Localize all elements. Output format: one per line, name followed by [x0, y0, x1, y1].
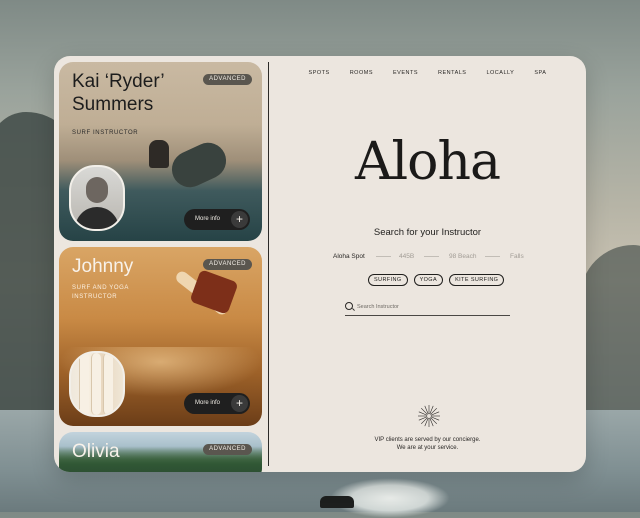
- sunburst-ray: [421, 408, 428, 415]
- background-mountain-right: [580, 245, 640, 435]
- avatar-face: [86, 177, 108, 203]
- sunburst-ray: [418, 411, 428, 416]
- surfboard-thumbnail: [91, 353, 101, 415]
- more-info-label: More info: [195, 400, 221, 406]
- search-input[interactable]: [357, 301, 507, 312]
- surfboard-thumbnail: [79, 353, 89, 415]
- plus-icon[interactable]: +: [231, 395, 248, 412]
- spot-option-98-beach[interactable]: 98 Beach: [449, 252, 476, 261]
- background-surfer: [320, 496, 354, 508]
- sunburst-ray: [430, 417, 437, 424]
- search-heading: Search for your Instructor: [373, 227, 482, 238]
- spot-separator: [485, 256, 500, 257]
- nav-item-spots[interactable]: SPOTS: [309, 70, 330, 76]
- surfer-photo-figure: [149, 140, 169, 168]
- app-window: Kai ‘Ryder’ Summers ADVANCED SURF INSTRU…: [54, 56, 586, 472]
- sunburst-ray: [429, 405, 434, 415]
- surfboard-thumbnail: [103, 353, 113, 415]
- chip-kite-surfing[interactable]: KITE SURFING: [449, 274, 505, 286]
- plus-icon[interactable]: +: [231, 211, 248, 228]
- avatar-body: [75, 207, 119, 229]
- search-icon: [345, 302, 353, 310]
- spot-option-aloha-spot[interactable]: Aloha Spot: [333, 252, 365, 261]
- nav-item-spa[interactable]: SPA: [534, 70, 546, 76]
- level-badge: ADVANCED: [203, 259, 252, 270]
- concierge-line-1: VIP clients are served by our concierge.: [374, 437, 481, 443]
- spot-option-falls[interactable]: Falls: [510, 252, 524, 261]
- top-nav: SPOTS ROOMS EVENTS RENTALS LOCALLY SPA: [269, 70, 586, 76]
- more-info-label: More info: [195, 216, 221, 222]
- sunburst-icon: [418, 405, 440, 427]
- sunburst-ray: [430, 408, 437, 415]
- sunburst-ray: [430, 416, 440, 421]
- instructor-card-kai[interactable]: Kai ‘Ryder’ Summers ADVANCED SURF INSTRU…: [59, 62, 262, 241]
- level-badge: ADVANCED: [203, 444, 252, 455]
- instructor-card-olivia[interactable]: Olivia ADVANCED: [59, 432, 262, 472]
- instructor-role: SURF INSTRUCTOR: [72, 130, 139, 136]
- chip-surfing[interactable]: SURFING: [368, 274, 408, 286]
- search-box[interactable]: [345, 301, 510, 316]
- nav-item-events[interactable]: EVENTS: [393, 70, 418, 76]
- spot-selector: Aloha Spot 445B 98 Beach Falls: [333, 252, 563, 262]
- more-info-button[interactable]: More info +: [184, 393, 250, 414]
- level-badge: ADVANCED: [203, 74, 252, 85]
- nav-item-rentals[interactable]: RENTALS: [438, 70, 466, 76]
- instructor-name: Johnny: [72, 256, 134, 277]
- brand-title: Aloha: [355, 132, 501, 192]
- search-panel: SPOTS ROOMS EVENTS RENTALS LOCALLY SPA A…: [269, 56, 586, 472]
- concierge-note: VIP clients are served by our concierge.…: [269, 436, 586, 452]
- sunburst-ray: [424, 405, 429, 415]
- instructor-card-johnny[interactable]: Johnny ADVANCED SURF AND YOGA INSTRUCTOR…: [59, 247, 262, 426]
- concierge-line-2: We are at your service.: [396, 445, 459, 451]
- activity-filter-chips: SURFING YOGA KITE SURFING: [368, 274, 505, 286]
- spot-separator: [424, 256, 439, 257]
- sunburst-ray: [424, 417, 429, 427]
- sunburst-ray: [421, 417, 428, 424]
- sunburst-ray: [418, 416, 428, 421]
- instructor-name: Kai ‘Ryder’ Summers: [72, 71, 164, 115]
- instructor-role: SURF AND YOGA INSTRUCTOR: [72, 285, 129, 300]
- chip-yoga[interactable]: YOGA: [413, 274, 444, 286]
- nav-item-locally[interactable]: LOCALLY: [486, 70, 514, 76]
- sunburst-ray: [430, 411, 440, 416]
- nav-item-rooms[interactable]: ROOMS: [350, 70, 373, 76]
- avatar[interactable]: [69, 165, 125, 231]
- avatar[interactable]: [69, 351, 125, 417]
- more-info-button[interactable]: More info +: [184, 209, 250, 230]
- surfboard-photo: [166, 136, 232, 194]
- instructor-name: Olivia: [72, 441, 120, 462]
- instructor-list: Kai ‘Ryder’ Summers ADVANCED SURF INSTRU…: [54, 56, 268, 472]
- spot-separator: [376, 256, 391, 257]
- spot-option-445b[interactable]: 445B: [399, 252, 414, 261]
- sunburst-ray: [429, 417, 434, 427]
